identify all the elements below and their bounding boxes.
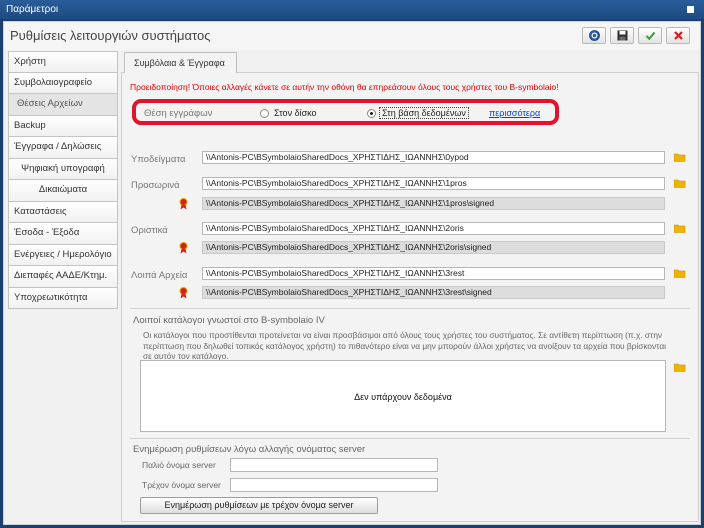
- tab-panel: Προειδοποίηση! Όποιες αλλαγές κάνετε σε …: [121, 72, 699, 522]
- sidebar-item-label: Θέσεις Αρχείων: [17, 98, 83, 109]
- current-server-input[interactable]: [230, 478, 438, 492]
- drafts-signed-path-field: \\Antonis-PC\BSymbolaioSharedDocs_ΧΡΗΣΤΙ…: [202, 197, 665, 210]
- finals-path-field[interactable]: \\Antonis-PC\BSymbolaioSharedDocs_ΧΡΗΣΤΙ…: [202, 222, 665, 235]
- ribbon-icon: [179, 198, 188, 210]
- templates-browse-button[interactable]: [674, 153, 686, 162]
- old-server-input[interactable]: [230, 458, 438, 472]
- folder-icon: [674, 153, 686, 162]
- folder-icon: [674, 269, 686, 278]
- folder-icon: [674, 224, 686, 233]
- known-dirs-title: Λοιποί κατάλογοι γνωστοί στο B-symbolaio…: [133, 315, 325, 326]
- page-title: Ρυθμίσεις λειτουργιών συστήματος: [10, 28, 211, 43]
- cancel-button[interactable]: [666, 27, 690, 44]
- check-icon: [645, 31, 655, 41]
- sidebar-item-digital-signature[interactable]: Ψηφιακή υπογραφή: [8, 158, 118, 180]
- drafts-label: Προσωρινά: [131, 180, 180, 191]
- sidebar-item-interfaces[interactable]: Διεπαφές ΑΑΔΕ/Κτημ.: [8, 266, 118, 288]
- storage-disk-label[interactable]: Στον δίσκο: [274, 108, 317, 118]
- sidebar-item-notary-office[interactable]: Συμβολαιογραφείο: [8, 72, 118, 94]
- storage-db-label[interactable]: Στη βάση δεδομένων: [382, 108, 466, 118]
- dialog-window: Παράμετροι Ρυθμίσεις λειτουργιών συστήμα…: [0, 0, 704, 528]
- other-files-label: Λοιπά Αρχεία: [131, 270, 188, 281]
- storage-db-radio[interactable]: [367, 109, 376, 118]
- sidebar-item-label: Ψηφιακή υπογραφή: [21, 162, 105, 174]
- sidebar-item-reports[interactable]: Καταστάσεις: [8, 201, 118, 223]
- sidebar-item-user[interactable]: Χρήστη: [8, 51, 118, 73]
- folder-icon: [674, 363, 686, 372]
- ribbon-icon: [179, 287, 188, 299]
- finals-label: Οριστικά: [131, 225, 168, 236]
- sidebar-item-permissions[interactable]: Δικαιώματα: [8, 180, 118, 202]
- close-icon: [673, 31, 683, 40]
- old-server-label: Παλιό όνομα server: [142, 460, 216, 470]
- ok-button[interactable]: [638, 27, 662, 44]
- current-server-label: Τρέχον όνομα server: [142, 480, 221, 490]
- templates-label: Υποδείγματα: [131, 154, 186, 165]
- storage-label: Θέση εγγράφων: [144, 108, 213, 119]
- window-close-icon[interactable]: [687, 6, 694, 13]
- more-link[interactable]: περισσότερα: [489, 108, 540, 118]
- sidebar-item-label: Υποχρεωτικότητα: [14, 291, 88, 303]
- tab-contracts-documents[interactable]: Συμβόλαια & Έγγραφα: [124, 52, 237, 73]
- known-dirs-grid[interactable]: Δεν υπάρχουν δεδομένα: [140, 360, 666, 432]
- drafts-path-field[interactable]: \\Antonis-PC\BSymbolaioSharedDocs_ΧΡΗΣΤΙ…: [202, 177, 665, 190]
- sidebar-item-label: Καταστάσεις: [14, 205, 67, 217]
- known-dirs-description: Οι κατάλογοι που προστίθενται προτείνετα…: [143, 330, 666, 361]
- finals-browse-button[interactable]: [674, 224, 686, 233]
- sidebar-item-label: Ενέργειες / Ημερολόγιο: [14, 248, 112, 260]
- other-files-path-field[interactable]: \\Antonis-PC\BSymbolaioSharedDocs_ΧΡΗΣΤΙ…: [202, 267, 665, 280]
- sidebar-item-actions-calendar[interactable]: Ενέργειες / Ημερολόγιο: [8, 244, 118, 266]
- sidebar-item-mandatory[interactable]: Υποχρεωτικότητα: [8, 287, 118, 309]
- storage-disk-radio[interactable]: [260, 109, 269, 118]
- dialog-content: Ρυθμίσεις λειτουργιών συστήματος Χρήστη …: [3, 21, 701, 525]
- sidebar-item-label: Έγγραφα / Δηλώσεις: [14, 141, 102, 152]
- divider: [130, 308, 690, 309]
- main-area: Προειδοποίηση! Όποιες αλλαγές κάνετε σε …: [121, 50, 699, 522]
- help-button[interactable]: [582, 27, 606, 44]
- sidebar-item-income-expenses[interactable]: Έσοδα - Έξοδα: [8, 223, 118, 245]
- empty-grid-text: Δεν υπάρχουν δεδομένα: [354, 392, 452, 402]
- sidebar: Χρήστη Συμβολαιογραφείο Θέσεις Αρχείων B…: [8, 51, 118, 309]
- divider: [130, 438, 690, 439]
- drafts-browse-button[interactable]: [674, 179, 686, 188]
- templates-path-field[interactable]: \\Antonis-PC\BSymbolaioSharedDocs_ΧΡΗΣΤΙ…: [202, 151, 665, 164]
- folder-icon: [674, 179, 686, 188]
- sidebar-item-documents[interactable]: Έγγραφα / Δηλώσεις: [8, 137, 118, 159]
- other-files-signed-path-field: \\Antonis-PC\BSymbolaioSharedDocs_ΧΡΗΣΤΙ…: [202, 286, 665, 299]
- sidebar-item-label: Διεπαφές ΑΑΔΕ/Κτημ.: [14, 270, 108, 281]
- server-rename-title: Ενημέρωση ρυθμίσεων λόγω αλλαγής ονόματο…: [133, 444, 366, 455]
- help-icon: [588, 30, 600, 41]
- finals-signed-path-field: \\Antonis-PC\BSymbolaioSharedDocs_ΧΡΗΣΤΙ…: [202, 241, 665, 254]
- warning-text: Προειδοποίηση! Όποιες αλλαγές κάνετε σε …: [130, 82, 559, 92]
- header: Ρυθμίσεις λειτουργιών συστήματος: [4, 22, 700, 50]
- storage-db-focus[interactable]: Στη βάση δεδομένων: [379, 107, 469, 119]
- sidebar-item-label: Έσοδα - Έξοδα: [14, 227, 80, 238]
- sidebar-item-label: Δικαιώματα: [38, 184, 88, 195]
- sidebar-item-file-locations[interactable]: Θέσεις Αρχείων: [8, 94, 118, 116]
- save-icon: [617, 30, 627, 41]
- add-directory-button[interactable]: [674, 363, 686, 372]
- sidebar-item-label: Χρήστη: [14, 56, 46, 67]
- save-button[interactable]: [610, 27, 634, 44]
- update-server-settings-button[interactable]: Ενημέρωση ρυθμίσεων με τρέχον όνομα serv…: [140, 497, 378, 514]
- sidebar-item-label: Συμβολαιογραφείο: [14, 76, 93, 88]
- other-files-browse-button[interactable]: [674, 269, 686, 278]
- window-title: Παράμετροι: [6, 4, 59, 15]
- sidebar-item-backup[interactable]: Backup: [8, 115, 118, 137]
- sidebar-item-label: Backup: [14, 119, 46, 131]
- title-bar: Παράμετροι: [0, 0, 704, 19]
- ribbon-icon: [179, 242, 188, 254]
